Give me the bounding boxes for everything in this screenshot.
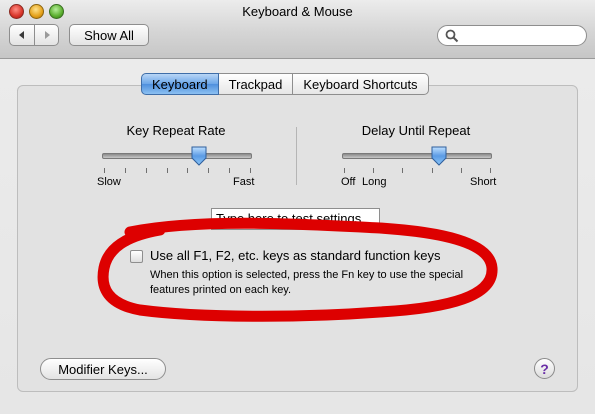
function-keys-description: When this option is selected, press the … xyxy=(150,269,464,296)
tab-bar: Keyboard Trackpad Keyboard Shortcuts xyxy=(141,73,429,95)
title-bar: Keyboard & Mouse Show All xyxy=(0,0,595,59)
slider-tick xyxy=(208,168,210,173)
slider-tick xyxy=(124,168,126,173)
slider-knob[interactable] xyxy=(430,146,448,166)
slider-tick xyxy=(431,168,433,173)
show-all-button[interactable]: Show All xyxy=(69,24,149,46)
slider-tick xyxy=(104,168,105,173)
function-keys-label[interactable]: Use all F1, F2, etc. keys as standard fu… xyxy=(150,248,440,263)
slider-tick xyxy=(187,168,189,173)
magnifier-icon xyxy=(445,29,459,43)
key-repeat-title: Key Repeat Rate xyxy=(126,123,226,138)
forward-button[interactable] xyxy=(34,24,59,46)
tab-keyboard-shortcuts[interactable]: Keyboard Shortcuts xyxy=(293,73,429,95)
function-keys-checkbox[interactable] xyxy=(130,250,143,263)
modifier-keys-button[interactable]: Modifier Keys... xyxy=(40,358,166,380)
delay-repeat-off-label: Off xyxy=(341,176,356,188)
slider-tick xyxy=(402,168,404,173)
tab-trackpad[interactable]: Trackpad xyxy=(218,73,294,95)
window-title: Keyboard & Mouse xyxy=(242,4,353,19)
back-button[interactable] xyxy=(9,24,35,46)
tab-keyboard[interactable]: Keyboard xyxy=(141,73,219,95)
section-divider xyxy=(296,127,297,185)
slider-tick xyxy=(490,168,491,173)
test-settings-field[interactable]: Type here to test settings xyxy=(211,208,380,230)
slider-tick xyxy=(145,168,147,173)
slider-track[interactable] xyxy=(342,153,492,159)
delay-repeat-max-label: Short xyxy=(470,176,497,188)
slider-tick xyxy=(250,168,251,173)
chevron-right-icon xyxy=(44,31,50,39)
search-field[interactable] xyxy=(437,25,587,46)
delay-repeat-long-label: Long xyxy=(362,176,387,188)
chevron-left-icon xyxy=(19,31,24,39)
slider-knob[interactable] xyxy=(190,146,208,166)
preferences-window: Keyboard & Mouse Show All Keyboard Track… xyxy=(0,0,595,414)
delay-repeat-title: Delay Until Repeat xyxy=(361,123,471,138)
slider-tick xyxy=(166,168,168,173)
key-repeat-min-label: Slow xyxy=(97,176,121,188)
slider-tick xyxy=(344,168,345,173)
help-button[interactable]: ? xyxy=(534,358,555,379)
slider-tick xyxy=(373,168,375,173)
slider-track[interactable] xyxy=(102,153,252,159)
key-repeat-max-label: Fast xyxy=(233,176,255,188)
slider-tick xyxy=(460,168,462,173)
slider-tick xyxy=(229,168,231,173)
